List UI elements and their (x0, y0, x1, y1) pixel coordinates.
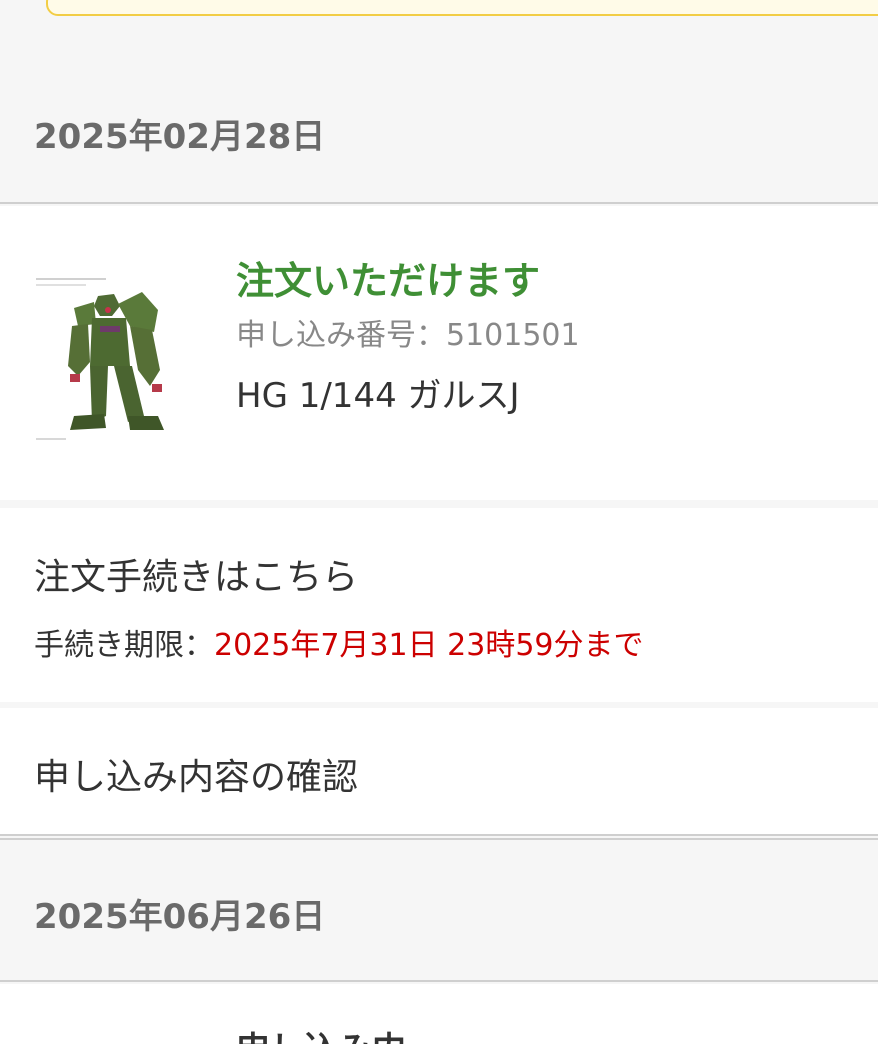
order-procedure-link[interactable]: 注文手続きはこちら 手続き期限：2025年7月31日 23時59分まで (0, 508, 878, 702)
application-number: 申し込み番号：5101501 (236, 310, 580, 354)
partial-text: 申し込み内 (236, 1022, 406, 1044)
deadline: 手続き期限：2025年7月31日 23時59分まで (34, 620, 644, 664)
date-header: 2025年06月26日 (0, 838, 878, 982)
deadline-value: 2025年7月31日 23時59分まで (214, 628, 644, 663)
deadline-label: 手続き期限： (34, 628, 214, 663)
product-name: HG 1/144 ガルスJ (236, 376, 520, 416)
confirm-application-link[interactable]: 申し込み内容の確認 (0, 708, 878, 836)
confirm-application-label: 申し込み内容の確認 (34, 757, 359, 798)
product-card[interactable]: 注文いただけます 申し込み番号：5101501 HG 1/144 ガルスJ (0, 206, 878, 500)
notice-banner (46, 0, 878, 16)
product-thumbnail (34, 266, 174, 456)
application-number-value: 5101501 (446, 318, 580, 353)
product-card[interactable]: 申し込み内 (0, 984, 878, 1044)
date-header: 2025年02月28日 (0, 96, 878, 204)
gundam-figure-image (36, 278, 164, 440)
application-number-label: 申し込み番号： (236, 318, 446, 353)
order-procedure-label: 注文手続きはこちら (34, 557, 359, 598)
order-status: 注文いただけます (236, 259, 541, 303)
